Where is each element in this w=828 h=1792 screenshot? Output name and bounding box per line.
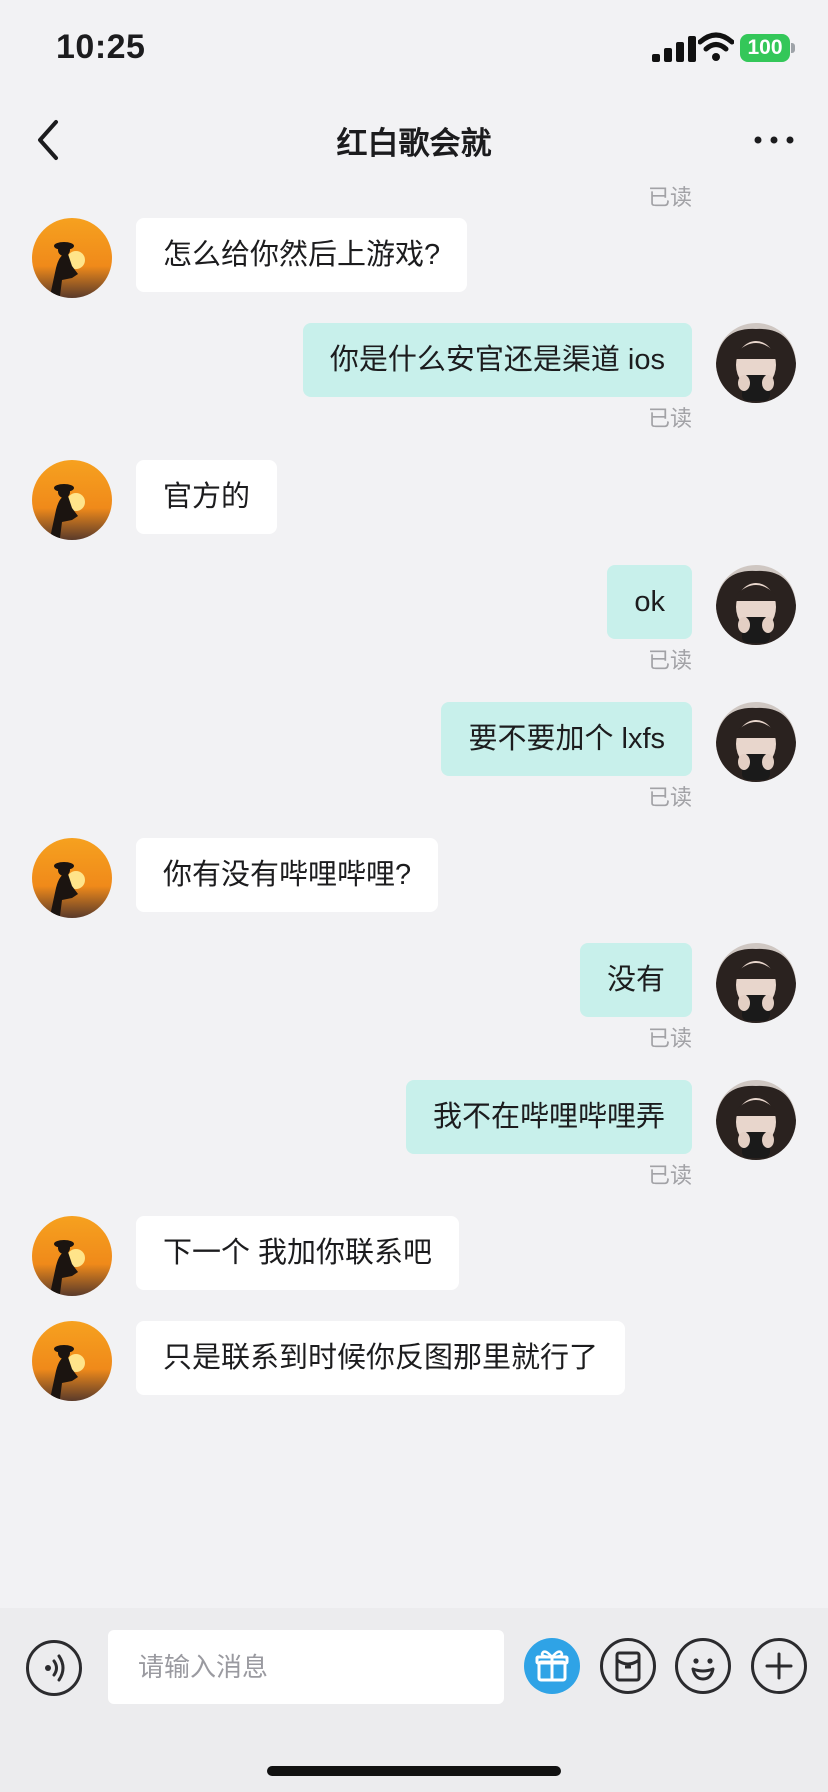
message-bubble-incoming[interactable]: 只是联系到时候你反图那里就行了 [136, 1321, 626, 1395]
read-status: 已读 [647, 648, 692, 673]
avatar-contact[interactable] [32, 1216, 112, 1296]
message-bubble-outgoing[interactable]: 我不在哔哩哔哩弄 [405, 1080, 692, 1154]
nav-bar: 红白歌会就 [0, 96, 828, 184]
read-status: 已读 [647, 1163, 692, 1188]
avatar-contact[interactable] [32, 838, 112, 918]
message-bubble-outgoing[interactable]: 要不要加个 lxfs [441, 702, 692, 776]
red-packet-icon [615, 1651, 641, 1682]
battery-icon: 100 [740, 34, 796, 62]
avatar-contact[interactable] [32, 1321, 112, 1401]
input-bar [0, 1608, 828, 1792]
read-status: 已读 [647, 406, 692, 431]
message-bubble-incoming[interactable]: 怎么给你然后上游戏? [136, 218, 468, 292]
read-status: 已读 [647, 185, 692, 210]
more-dots-icon[interactable] [752, 120, 796, 160]
red-packet-button[interactable] [600, 1638, 656, 1694]
status-bar: 10:25 100 [0, 0, 828, 96]
avatar-self[interactable] [716, 1080, 796, 1160]
gift-icon [535, 1650, 569, 1682]
emoji-button[interactable] [675, 1638, 731, 1694]
status-time: 10:25 [56, 28, 146, 66]
gift-button[interactable] [524, 1638, 580, 1694]
chevron-left-icon[interactable] [30, 116, 70, 164]
message-bubble-outgoing[interactable]: 你是什么安官还是渠道 ios [302, 323, 692, 397]
plus-button[interactable] [751, 1638, 807, 1694]
read-status: 已读 [647, 1026, 692, 1051]
message-bubble-outgoing[interactable]: 没有 [579, 943, 692, 1017]
home-indicator[interactable] [267, 1766, 561, 1776]
avatar-self[interactable] [716, 323, 796, 403]
voice-button[interactable] [26, 1640, 82, 1696]
emoji-icon [691, 1658, 715, 1681]
signal-icon [652, 36, 696, 62]
message-bubble-incoming[interactable]: 官方的 [136, 460, 278, 534]
read-status: 已读 [647, 785, 692, 810]
message-bubble-incoming[interactable]: 你有没有哔哩哔哩? [136, 838, 439, 912]
message-bubble-incoming[interactable]: 下一个 我加你联系吧 [136, 1216, 460, 1290]
chat-area[interactable]: 已读 怎么给你然后上游戏? 你是什么安官还是渠道 ios 已读 官方的 ok 已… [0, 184, 828, 1608]
page-title: 红白歌会就 [336, 126, 492, 161]
plus-icon [765, 1652, 793, 1680]
battery-level: 100 [740, 34, 790, 62]
avatar-self[interactable] [716, 565, 796, 645]
avatar-contact[interactable] [32, 218, 112, 298]
avatar-contact[interactable] [32, 460, 112, 540]
wifi-icon [698, 32, 734, 61]
avatar-self[interactable] [716, 943, 796, 1023]
avatar-self[interactable] [716, 702, 796, 782]
voice-icon [45, 1654, 65, 1682]
message-input[interactable] [108, 1630, 504, 1704]
message-bubble-outgoing[interactable]: ok [607, 565, 692, 639]
